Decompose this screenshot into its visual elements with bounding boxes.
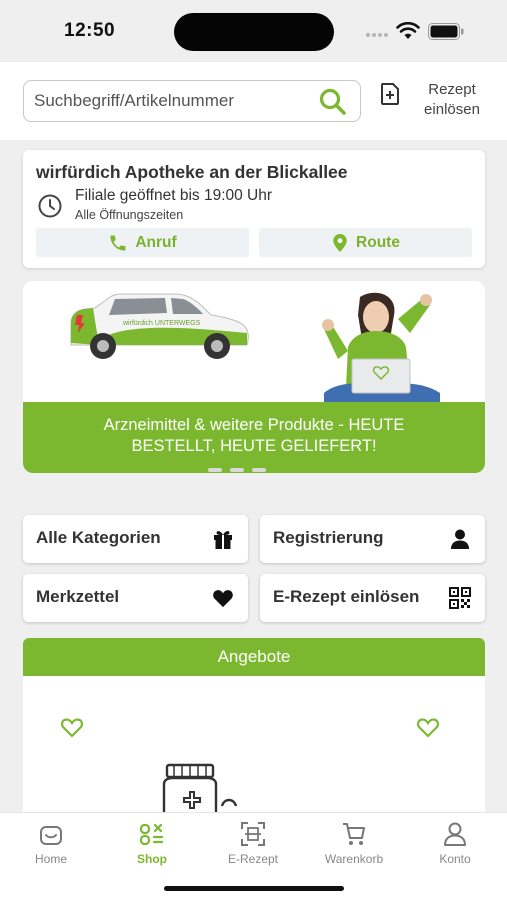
wishlist-heart-icon[interactable] (60, 716, 84, 738)
phone-icon (110, 235, 126, 250)
tile-label: E-Rezept einlösen (273, 587, 420, 606)
scan-icon (241, 822, 265, 846)
add-document-icon[interactable] (378, 82, 402, 106)
banner-caption: Arzneimittel & weitere Produkte - HEUTE … (23, 415, 485, 457)
store-card: wirfürdich Apotheke an der Blickallee Fi… (23, 150, 485, 268)
van-lettering: wirfürdich UNTERWEGS (122, 320, 201, 327)
battery-icon (428, 23, 464, 40)
qr-code-icon (449, 587, 471, 609)
rezept-label-line1: Rezept (428, 81, 476, 98)
search-input[interactable] (34, 87, 304, 115)
call-label: Anruf (135, 233, 177, 251)
account-icon (444, 822, 466, 846)
route-button[interactable]: Route (259, 228, 472, 257)
carousel-dot[interactable] (252, 468, 266, 472)
banner-caption-line2: BESTELLT, HEUTE GELIEFERT! (131, 437, 377, 455)
call-button[interactable]: Anruf (36, 228, 249, 257)
tile-label: Merkzettel (36, 587, 120, 606)
tab-shop-label: Shop (137, 852, 167, 866)
tab-home-label: Home (34, 852, 67, 866)
tab-account-label: Konto (439, 852, 471, 866)
offers-section: Angebote (23, 638, 485, 818)
offers-title: Angebote (23, 638, 485, 676)
carousel-dot[interactable] (230, 468, 244, 472)
medicine-bottle-placeholder-image (162, 763, 238, 818)
tile-label: Registrierung (273, 528, 384, 547)
gift-icon (214, 531, 232, 549)
store-hours: Filiale geöffnet bis 19:00 Uhr (75, 187, 273, 204)
user-icon (451, 529, 469, 549)
tab-cart[interactable]: Warenkorb (309, 821, 399, 866)
home-indicator (164, 886, 344, 891)
status-time: 12:50 (64, 20, 116, 41)
delivery-van-image: wirfürdich UNTERWEGS (70, 293, 249, 359)
shop-icon (139, 823, 164, 846)
location-pin-icon (333, 233, 347, 252)
tile-erezept[interactable]: E-Rezept einlösen (260, 574, 485, 622)
tab-account[interactable]: Konto (410, 821, 500, 866)
status-bar: 12:50 (0, 0, 507, 62)
cellular-signal-icon (366, 33, 388, 37)
tile-wishlist[interactable]: Merkzettel (23, 574, 248, 622)
tab-home[interactable]: Home (6, 821, 96, 866)
carousel-pagination[interactable] (208, 468, 266, 472)
tab-cart-label: Warenkorb (324, 852, 384, 866)
clock-icon (38, 194, 62, 218)
search-header: Rezept einlösen (0, 62, 507, 140)
search-icon[interactable] (318, 87, 348, 117)
home-icon (40, 826, 62, 845)
route-label: Route (356, 233, 400, 251)
store-name: wirfürdich Apotheke an der Blickallee (36, 162, 348, 182)
tile-all-categories[interactable]: Alle Kategorien (23, 515, 248, 563)
woman-with-laptop-image (322, 292, 440, 403)
tab-erezept[interactable]: E-Rezept (208, 821, 298, 866)
heart-icon (213, 590, 233, 608)
all-opening-hours-link[interactable]: Alle Öffnungszeiten (75, 208, 183, 222)
promo-banner[interactable]: wirfürdich UNTERWEGS Arzneimittel & weit… (23, 281, 485, 473)
banner-caption-line1: Arzneimittel & weitere Produkte - HEUTE (103, 416, 405, 434)
tab-shop[interactable]: Shop (107, 821, 197, 866)
rezept-einloesen-button[interactable]: Rezept einlösen (412, 80, 492, 120)
rezept-label-line2: einlösen (424, 101, 480, 118)
tile-registration[interactable]: Registrierung (260, 515, 485, 563)
search-box[interactable] (23, 80, 361, 122)
wishlist-heart-icon[interactable] (416, 716, 440, 738)
tile-label: Alle Kategorien (36, 528, 161, 547)
dynamic-island (174, 13, 334, 51)
wifi-icon (396, 22, 420, 39)
carousel-dot[interactable] (208, 468, 222, 472)
cart-icon (343, 823, 365, 845)
tab-erezept-label: E-Rezept (227, 852, 279, 866)
